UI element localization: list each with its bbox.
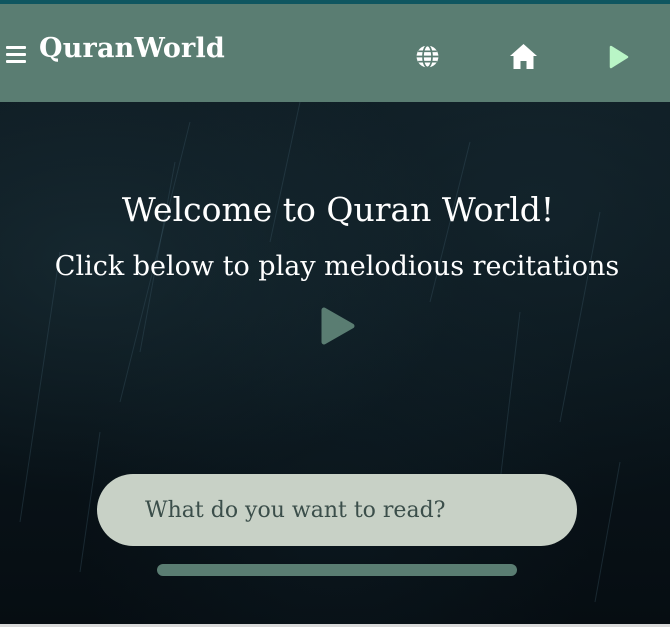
- search-input[interactable]: [97, 474, 577, 546]
- welcome-heading: Welcome to Quran World!: [121, 190, 555, 229]
- hero-section: Welcome to Quran World! Click below to p…: [0, 102, 670, 627]
- progress-bar[interactable]: [157, 564, 517, 576]
- globe-icon[interactable]: [415, 44, 440, 69]
- hamburger-menu-icon[interactable]: [6, 46, 26, 63]
- navbar: QuranWorld: [0, 4, 670, 102]
- play-icon[interactable]: [320, 306, 356, 346]
- hero-subtitle: Click below to play melodious recitation…: [54, 251, 620, 282]
- play-icon[interactable]: [609, 45, 629, 69]
- background-texture: [19, 102, 621, 603]
- brand-title[interactable]: QuranWorld: [39, 33, 225, 64]
- home-icon[interactable]: [509, 43, 538, 70]
